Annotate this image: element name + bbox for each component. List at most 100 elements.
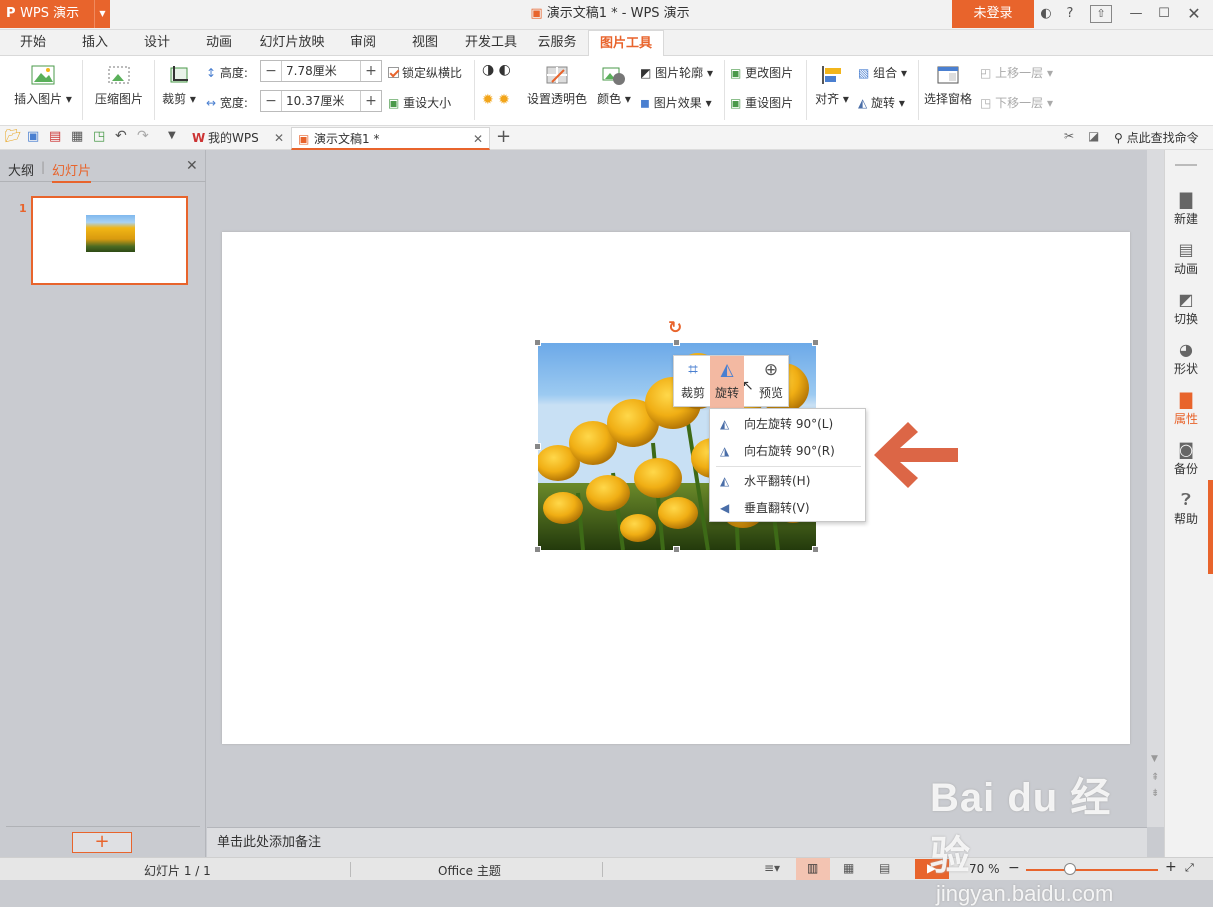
sidebar-help-button[interactable]: ❓︎ 帮助 [1165,490,1207,527]
resize-handle-n[interactable] [673,339,680,346]
slide-canvas[interactable]: ↻ [222,232,1130,744]
width-increment-button[interactable]: + [361,93,381,109]
add-slide-button[interactable]: + [72,832,132,853]
help-icon[interactable]: ? [1060,0,1080,28]
tab-design[interactable]: 设计 [134,30,180,56]
resize-handle-nw[interactable] [534,339,541,346]
maximize-icon[interactable]: ☐ [1152,0,1176,28]
reading-view-icon[interactable]: ▤ [879,861,890,875]
close-icon[interactable]: ✕ [1182,0,1206,28]
resize-handle-se[interactable] [812,546,819,553]
sidebar-transition-button[interactable]: ◩ 切换 [1165,290,1207,327]
selection-pane-button[interactable]: 选择窗格 [922,64,974,107]
customize-dropdown-icon[interactable]: ▼ [168,130,176,141]
tab-cloud[interactable]: 云服务 [532,30,582,56]
mini-rotate-button[interactable]: ◭ 旋转 [710,356,744,408]
chevron-down-icon[interactable]: ▼ [94,0,110,28]
outline-tab[interactable]: 大纲 [8,160,34,179]
mini-preview-button[interactable]: ⊕ 预览 [754,356,788,408]
next-slide-icon[interactable]: ⇟ [1151,788,1159,799]
tools-icon[interactable]: ✂ [1064,129,1074,143]
zoom-in-icon[interactable]: + [1165,859,1177,875]
pdf-icon[interactable]: ▤ [49,129,61,144]
mini-crop-button[interactable]: ⌗ 裁剪 [676,356,710,408]
color-button[interactable]: 颜色 ▾ [596,64,632,107]
resize-handle-s[interactable] [673,546,680,553]
slide-thumbnail[interactable] [31,196,188,285]
menu-item-flip-vertical[interactable]: ◀ 垂直翻转(V) [710,495,865,521]
prev-slide-icon[interactable]: ⇞ [1151,772,1159,783]
tab-insert[interactable]: 插入 [72,30,118,56]
print-preview-icon[interactable]: ◳ [93,129,105,144]
minimize-icon[interactable]: — [1124,0,1148,28]
pin-icon[interactable]: ◪ [1088,129,1099,143]
print-icon[interactable]: ▦ [71,129,83,144]
tab-slideshow[interactable]: 幻灯片放映 [254,30,330,56]
rotate-handle-icon[interactable]: ↻ [668,318,682,338]
group-button[interactable]: ▧ 组合 ▾ [858,64,907,81]
send-backward-button[interactable]: ◳ 下移一层 ▾ [980,94,1053,111]
change-picture-button[interactable]: ▣ 更改图片 [730,64,793,81]
reset-picture-button[interactable]: ▣ 重设图片 [730,94,793,111]
redo-icon[interactable]: ↷ [137,128,149,144]
doc-tab-presentation[interactable]: ▣ 演示文稿1 * ✕ [291,127,490,150]
tab-animation[interactable]: 动画 [196,30,242,56]
set-transparent-button[interactable]: 设置透明色 [526,64,588,107]
menu-item-rotate-right[interactable]: ◮ 向右旋转 90°(R) [710,438,865,464]
slides-tab[interactable]: 幻灯片 [52,160,92,183]
save-icon[interactable]: ▣ [27,129,39,144]
height-decrement-button[interactable]: − [261,63,281,79]
resize-handle-sw[interactable] [534,546,541,553]
vertical-scrollbar[interactable]: ▼ ⇞ ⇟ [1147,150,1164,827]
close-icon[interactable]: ✕ [186,158,198,174]
brightness-icon[interactable]: ✹ ✹ [482,92,510,108]
tab-view[interactable]: 视图 [402,30,448,56]
resize-handle-w[interactable] [534,443,541,450]
height-value[interactable]: 7.78厘米 [281,61,361,81]
align-button[interactable]: 对齐 ▾ [812,64,852,107]
tab-review[interactable]: 审阅 [340,30,386,56]
height-increment-button[interactable]: + [361,63,381,79]
undo-icon[interactable]: ↶ [115,128,127,144]
sidebar-shape-button[interactable]: ◕ 形状 [1165,340,1207,377]
collapse-handle[interactable] [1208,480,1213,574]
notes-toggle-icon[interactable]: ≡▾ [764,861,780,875]
menu-item-rotate-left[interactable]: ◭ 向左旋转 90°(L) [710,411,865,437]
open-icon[interactable]: 📂︎ [5,129,22,144]
normal-view-button[interactable]: ▥ [796,858,830,880]
width-value[interactable]: 10.37厘米 [281,91,361,111]
resize-handle-ne[interactable] [812,339,819,346]
upload-icon[interactable]: ⇧ [1090,5,1112,23]
sidebar-animation-button[interactable]: ▤ 动画 [1165,240,1207,277]
insert-picture-button[interactable]: 插入图片 ▾ [12,64,74,107]
scroll-down-icon[interactable]: ▼ [1151,754,1158,764]
compress-picture-button[interactable]: 压缩图片 [92,64,146,107]
width-field[interactable]: − 10.37厘米 + [260,90,382,112]
app-menu-button[interactable]: P WPS 演示 ▼ [0,0,110,28]
new-tab-icon[interactable]: + [496,126,511,147]
skin-icon[interactable]: ◐ [1036,0,1056,28]
reset-size-button[interactable]: ▣ 重设大小 [388,94,451,111]
menu-item-flip-horizontal[interactable]: ◭ 水平翻转(H) [710,468,865,494]
rotate-ribbon-button[interactable]: ◭ 旋转 ▾ [858,94,905,111]
sidebar-property-button[interactable]: ▇ 属性 [1165,390,1207,427]
tab-developer[interactable]: 开发工具 [460,30,522,56]
fit-window-icon[interactable]: ⤢ [1185,861,1194,875]
lock-ratio-checkbox[interactable]: 锁定纵横比 [388,64,462,81]
tab-picture-tools[interactable]: 图片工具 [588,30,664,57]
picture-effect-button[interactable]: ◼ 图片效果 ▾ [640,94,712,111]
contrast-icon[interactable]: ◑ ◐ [482,62,511,78]
height-field[interactable]: − 7.78厘米 + [260,60,382,82]
crop-button[interactable]: 裁剪 ▾ [160,64,198,107]
close-icon[interactable]: ✕ [473,128,483,150]
sidebar-backup-button[interactable]: ◙ 备份 [1165,440,1207,477]
doc-tab-mywps[interactable]: W 我的WPS ✕ [186,127,290,150]
tab-start[interactable]: 开始 [10,30,56,56]
close-icon[interactable]: ✕ [274,127,284,149]
sorter-view-icon[interactable]: ▦ [843,861,854,875]
picture-outline-button[interactable]: ◩ 图片轮廓 ▾ [640,64,713,81]
login-button[interactable]: 未登录 [952,0,1034,28]
width-decrement-button[interactable]: − [261,93,281,109]
command-search[interactable]: ⚲ 点此查找命令 [1114,129,1199,146]
bring-forward-button[interactable]: ◰ 上移一层 ▾ [980,64,1053,81]
